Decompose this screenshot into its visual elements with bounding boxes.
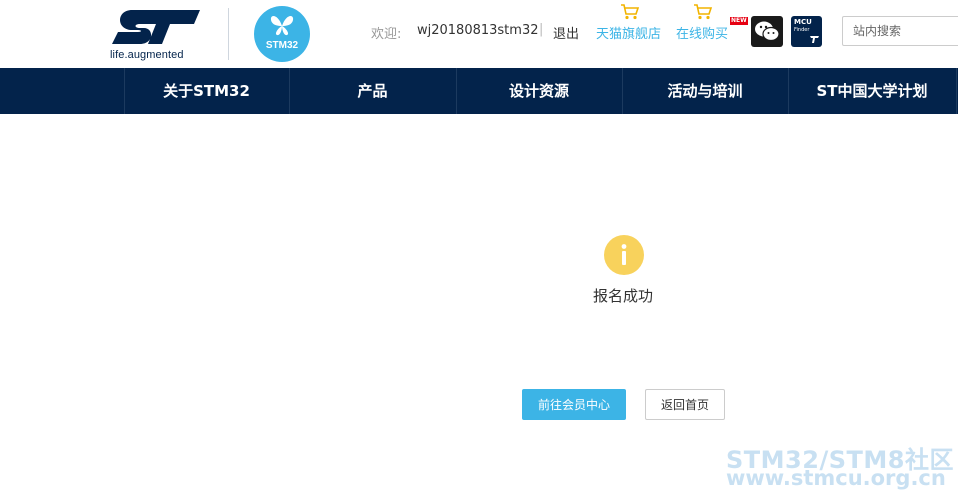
butterfly-icon xyxy=(270,16,294,36)
header-divider xyxy=(228,8,229,60)
info-glyph xyxy=(621,244,627,265)
wechat-button[interactable] xyxy=(751,16,783,47)
badge-label: STM32 xyxy=(265,40,299,51)
tmall-store-link[interactable]: 天猫旗舰店 xyxy=(596,23,661,42)
site-search-input[interactable] xyxy=(842,16,958,46)
nav-item-about-stm32[interactable]: 关于STM32 xyxy=(124,68,289,114)
logo-tagline: life.augmented xyxy=(110,49,184,61)
registration-success-message: 报名成功 xyxy=(592,287,653,305)
stm32-badge[interactable]: STM32 xyxy=(254,6,310,62)
nav-divider xyxy=(956,68,957,114)
site-header: life.augmented STM32 欢迎: wj20180813stm32… xyxy=(0,0,958,68)
main-navigation: 关于STM32 产品 设计资源 活动与培训 ST中国大学计划 xyxy=(0,68,958,114)
st-logo-mark xyxy=(112,10,200,44)
online-buy-link[interactable]: 在线购买 xyxy=(676,23,728,42)
st-logo[interactable]: life.augmented xyxy=(110,4,210,62)
st-mini-logo-icon xyxy=(810,36,819,43)
back-home-button[interactable]: 返回首页 xyxy=(645,389,725,420)
mcu-finder-title: MCU xyxy=(794,18,812,26)
separator: | xyxy=(539,22,544,37)
welcome-label: 欢迎: xyxy=(371,27,402,42)
new-badge: NEW xyxy=(730,17,748,25)
nav-item-products[interactable]: 产品 xyxy=(289,68,456,114)
go-member-center-button[interactable]: 前往会员中心 xyxy=(522,389,626,420)
nav-item-design-resources[interactable]: 设计资源 xyxy=(456,68,622,114)
info-icon xyxy=(604,235,644,275)
mcu-finder-sub: Finder xyxy=(794,27,810,33)
cart-icon xyxy=(694,4,713,20)
nav-item-events-training[interactable]: 活动与培训 xyxy=(622,68,788,114)
logout-link[interactable]: 退出 xyxy=(553,23,579,42)
username[interactable]: wj20180813stm32 xyxy=(417,23,539,38)
nav-item-university-program[interactable]: ST中国大学计划 xyxy=(788,68,956,114)
mcu-finder-button[interactable]: MCU Finder xyxy=(791,16,822,47)
wechat-icon xyxy=(755,21,780,42)
cart-icon xyxy=(621,4,640,20)
watermark-line2: www.stmcu.org.cn xyxy=(726,466,946,490)
